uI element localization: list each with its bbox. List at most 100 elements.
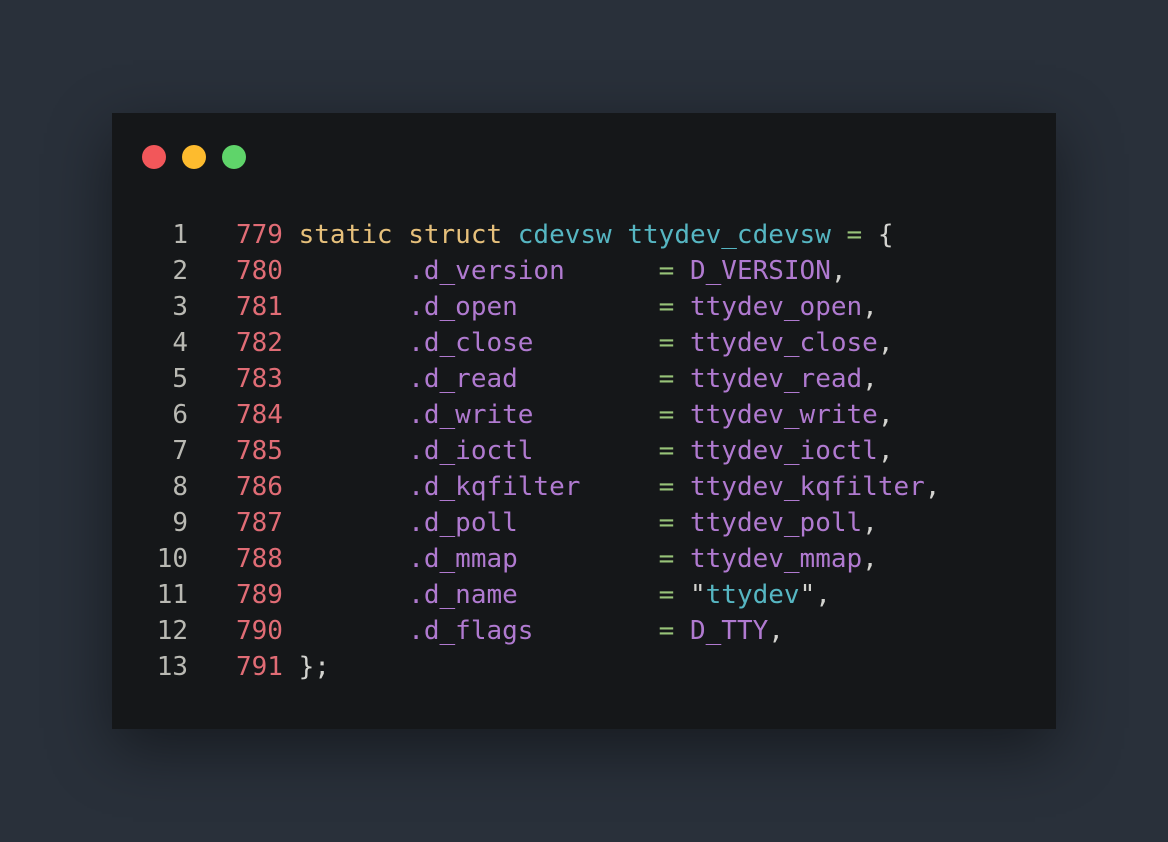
line-number: 10: [156, 544, 188, 574]
code-token: =: [658, 544, 675, 574]
code-token: ttydev_kqfilter: [689, 472, 925, 502]
code-text: 780 .d_version = D_VERSION,: [236, 253, 847, 289]
code-token: .d_poll: [408, 508, 518, 538]
code-token: ttydev_close: [689, 328, 878, 358]
code-text: 782 .d_close = ttydev_close,: [236, 325, 893, 361]
code-token: ,: [815, 580, 831, 610]
source-line-number: 787: [236, 508, 283, 538]
code-token: .d_close: [408, 328, 534, 358]
code-token: struct: [408, 220, 503, 250]
source-line-number: 789: [236, 580, 283, 610]
code-token: .d_name: [408, 580, 518, 610]
code-token: =: [658, 256, 675, 286]
code-text: 779 static struct cdevsw ttydev_cdevsw =…: [236, 217, 893, 253]
code-token: ,: [862, 544, 878, 574]
close-dot-icon[interactable]: [142, 145, 166, 169]
code-token: .d_ioctl: [408, 436, 534, 466]
code-token: ,: [877, 400, 894, 430]
line-number: 6: [172, 400, 188, 430]
code-token: .d_write: [408, 400, 534, 430]
code-text: 785 .d_ioctl = ttydev_ioctl,: [236, 433, 893, 469]
line-number: 13: [156, 652, 188, 682]
code-line: 9 787 .d_poll = ttydev_poll,: [112, 505, 1056, 541]
code-line: 2 780 .d_version = D_VERSION,: [112, 253, 1056, 289]
code-token: static: [298, 220, 393, 250]
code-token: ,: [877, 436, 894, 466]
code-token: cdevsw: [517, 220, 612, 250]
code-token: ,: [862, 508, 878, 538]
code-token: =: [658, 364, 675, 394]
code-token: =: [658, 436, 675, 466]
code-token: ttydev_cdevsw: [627, 220, 831, 250]
code-window: 1 779 static struct cdevsw ttydev_cdevsw …: [112, 113, 1056, 729]
source-line-number: 782: [236, 328, 283, 358]
code-block: 1 779 static struct cdevsw ttydev_cdevsw …: [112, 217, 1056, 685]
line-number: 7: [172, 436, 188, 466]
source-line-number: 783: [236, 364, 283, 394]
line-number: 2: [172, 256, 188, 286]
line-number: 9: [172, 508, 188, 538]
code-token: =: [658, 508, 675, 538]
code-token: =: [658, 472, 675, 502]
code-token: .d_flags: [408, 616, 534, 646]
code-token: ,: [877, 328, 894, 358]
source-line-number: 786: [236, 472, 283, 502]
code-token: .d_mmap: [408, 544, 518, 574]
code-token: =: [658, 400, 675, 430]
code-token: .d_version: [408, 256, 565, 286]
code-text: 784 .d_write = ttydev_write,: [236, 397, 893, 433]
code-token: ": [799, 580, 816, 610]
code-line: 12 790 .d_flags = D_TTY,: [112, 613, 1056, 649]
code-text: 791 };: [236, 649, 330, 685]
minimize-dot-icon[interactable]: [182, 145, 206, 169]
code-token: .d_open: [408, 292, 518, 322]
code-line: 7 785 .d_ioctl = ttydev_ioctl,: [112, 433, 1056, 469]
code-text: 787 .d_poll = ttydev_poll,: [236, 505, 878, 541]
source-line-number: 784: [236, 400, 283, 430]
line-number: 1: [172, 220, 188, 250]
source-line-number: 779: [236, 220, 283, 250]
code-token: {: [862, 220, 894, 250]
code-token: =: [658, 616, 675, 646]
code-token: ,: [924, 472, 941, 502]
code-token: ,: [768, 616, 784, 646]
code-token: =: [658, 328, 675, 358]
code-text: 783 .d_read = ttydev_read,: [236, 361, 878, 397]
code-text: 786 .d_kqfilter = ttydev_kqfilter,: [236, 469, 940, 505]
code-line: 1 779 static struct cdevsw ttydev_cdevsw …: [112, 217, 1056, 253]
code-text: 790 .d_flags = D_TTY,: [236, 613, 784, 649]
maximize-dot-icon[interactable]: [222, 145, 246, 169]
code-token: ttydev_mmap: [689, 544, 863, 574]
source-line-number: 780: [236, 256, 283, 286]
